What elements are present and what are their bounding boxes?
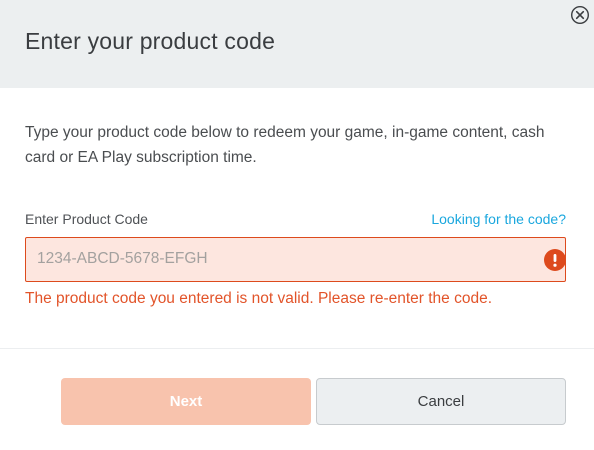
redeem-code-dialog: Enter your product code Type your produc… — [0, 0, 594, 450]
cancel-button[interactable]: Cancel — [316, 378, 566, 425]
footer-divider — [0, 348, 594, 349]
dialog-description: Type your product code below to redeem y… — [25, 124, 545, 166]
product-code-label: Enter Product Code — [25, 211, 148, 227]
dialog-title: Enter your product code — [25, 28, 276, 54]
dialog-header: Enter your product code — [0, 0, 594, 88]
looking-for-code-link[interactable]: Looking for the code? — [431, 211, 566, 227]
product-code-field — [25, 237, 566, 282]
error-message: The product code you entered is not vali… — [25, 290, 493, 307]
exclamation-circle-icon — [544, 249, 566, 271]
next-button[interactable]: Next — [61, 378, 311, 425]
close-circle-icon — [570, 5, 590, 25]
close-button[interactable] — [570, 5, 590, 25]
product-code-input[interactable] — [26, 238, 526, 280]
